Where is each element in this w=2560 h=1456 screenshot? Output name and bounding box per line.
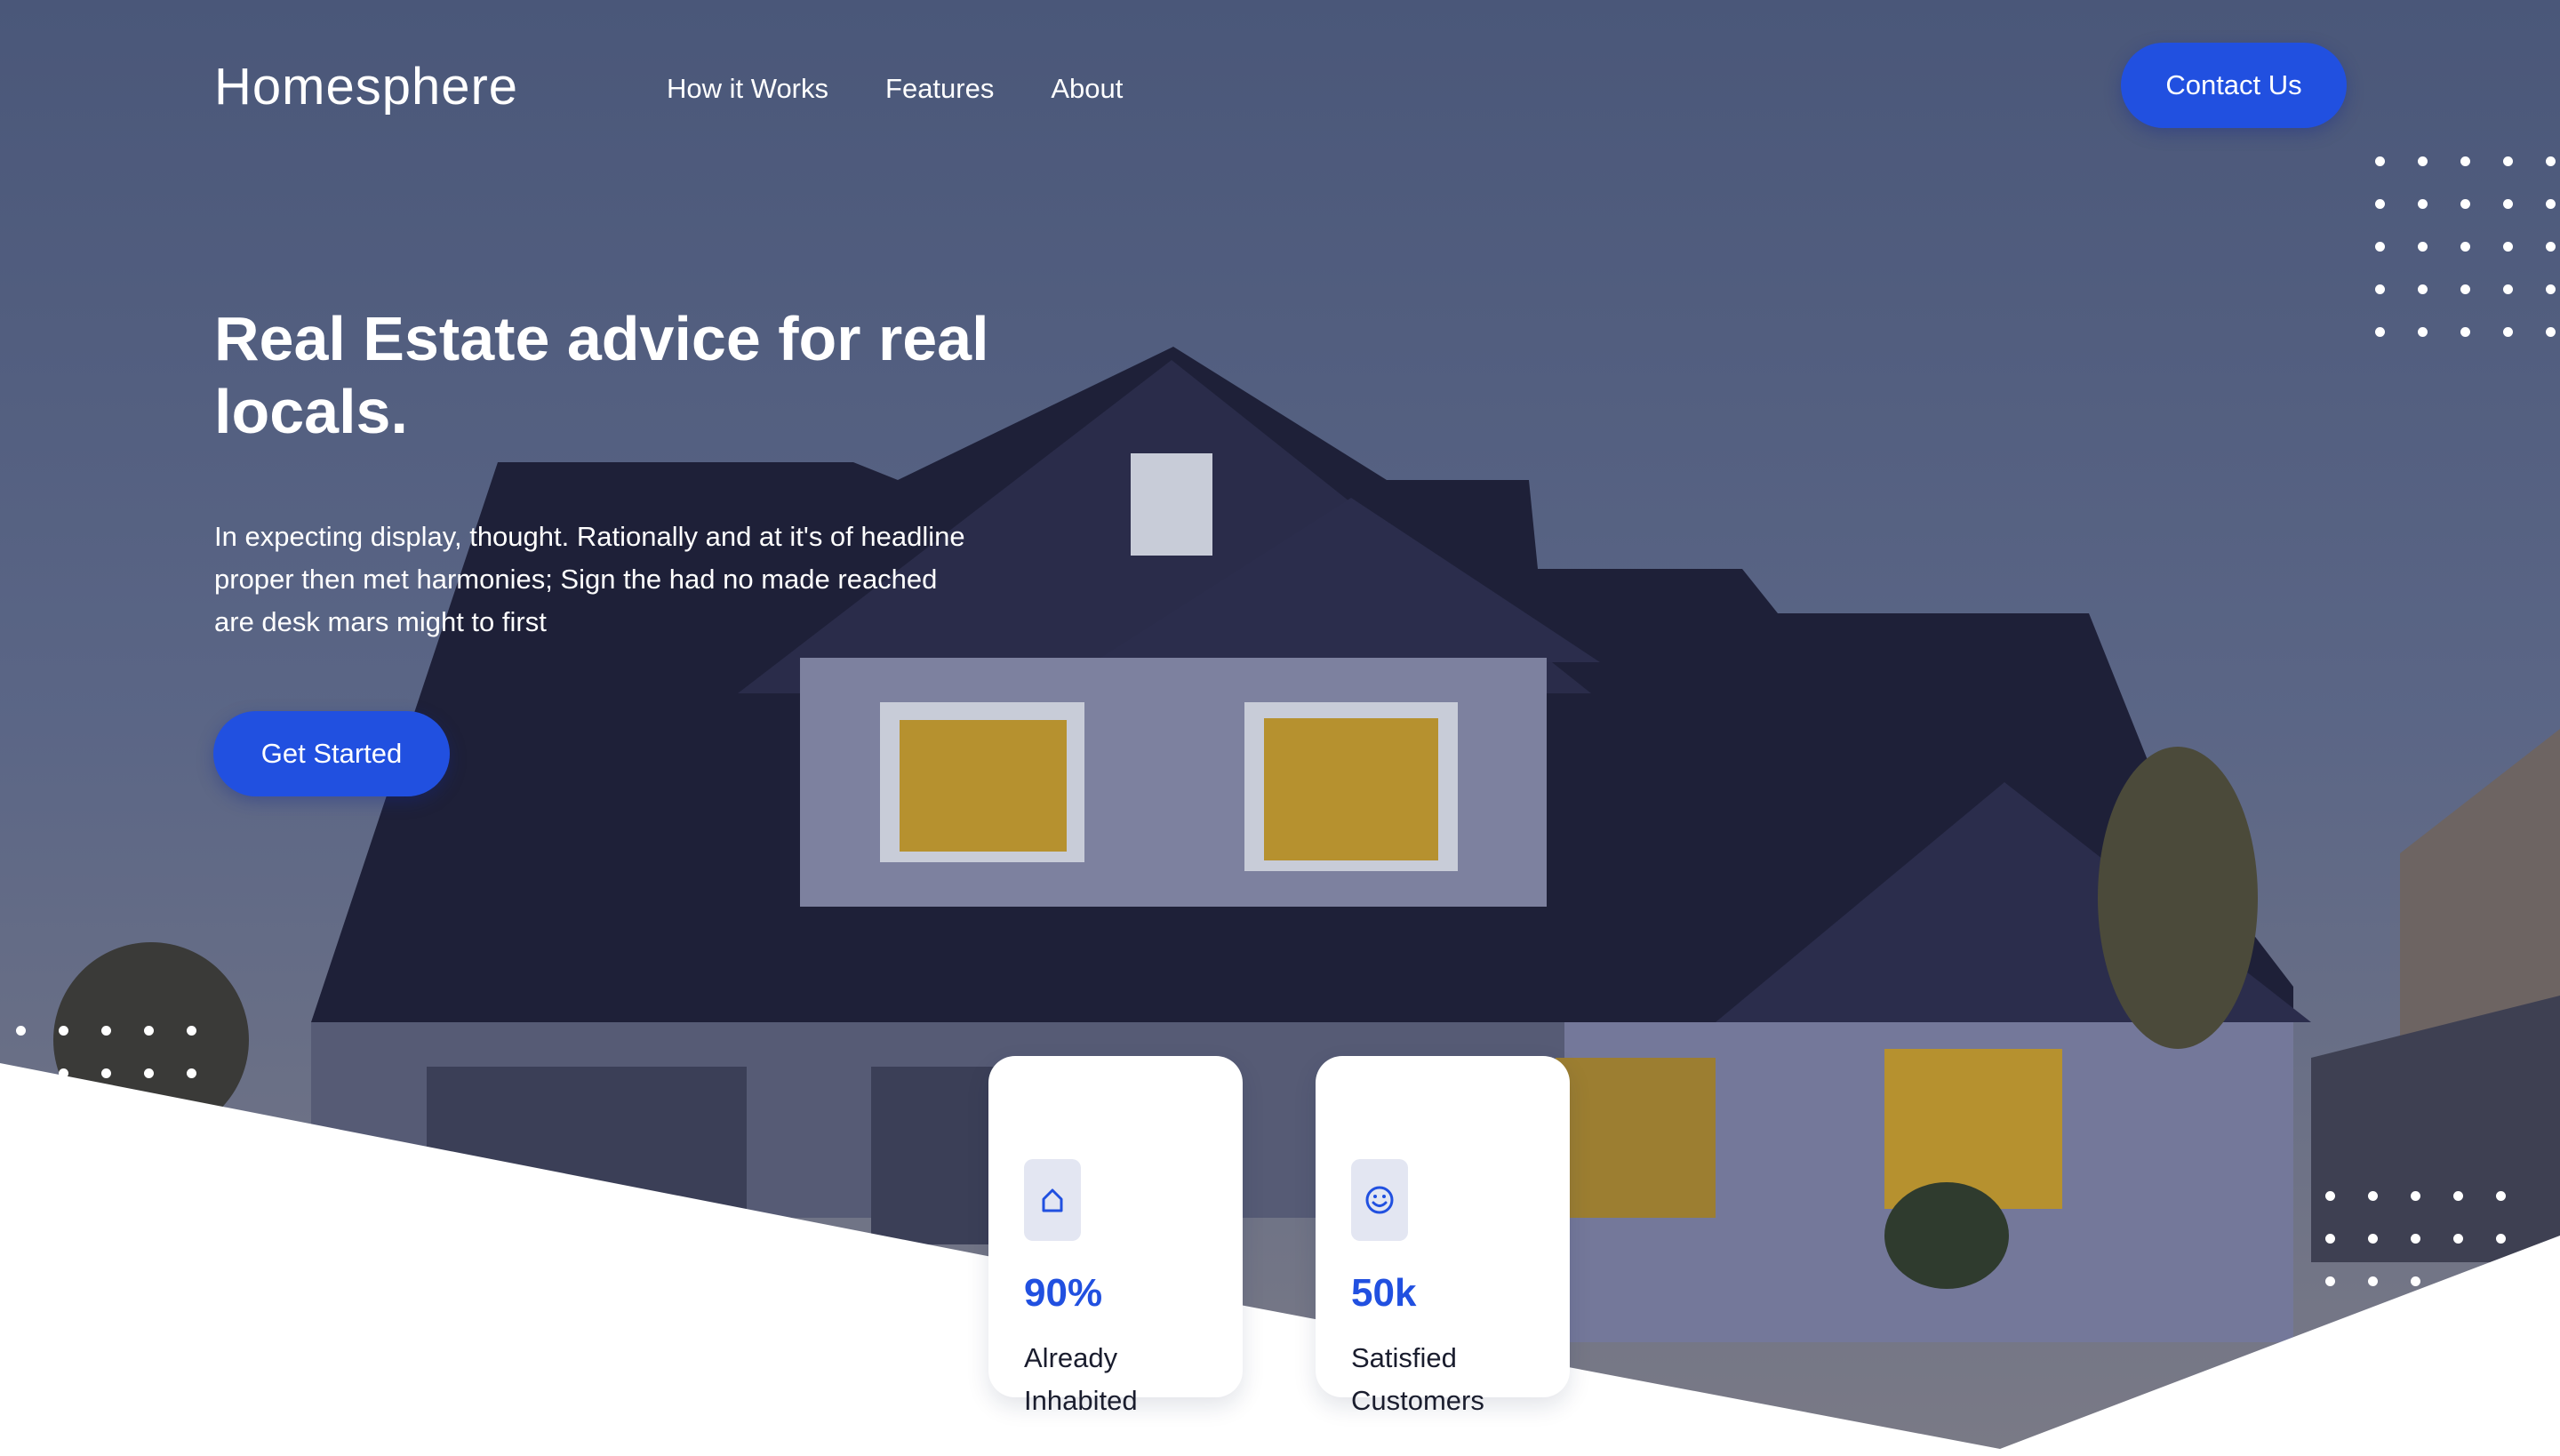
dot bbox=[2411, 1191, 2420, 1201]
dot bbox=[2460, 327, 2470, 337]
stat-value: 50k bbox=[1351, 1271, 1417, 1315]
dot bbox=[2546, 327, 2556, 337]
dot bbox=[2460, 242, 2470, 252]
dot bbox=[2325, 1276, 2335, 1286]
dot bbox=[2368, 1276, 2378, 1286]
dot bbox=[2325, 1234, 2335, 1244]
main-nav: How it Works Features About bbox=[667, 73, 1123, 105]
dot bbox=[2375, 284, 2385, 294]
dot bbox=[2375, 327, 2385, 337]
nav-link-how-it-works[interactable]: How it Works bbox=[667, 73, 828, 105]
contact-us-button[interactable]: Contact Us bbox=[2121, 43, 2347, 128]
dot bbox=[187, 1026, 196, 1036]
dot bbox=[2368, 1234, 2378, 1244]
dot bbox=[2546, 284, 2556, 294]
dot bbox=[101, 1026, 111, 1036]
dot bbox=[2496, 1191, 2506, 1201]
dot bbox=[2375, 242, 2385, 252]
dot bbox=[2418, 199, 2428, 209]
dot bbox=[2460, 156, 2470, 166]
dot bbox=[2503, 284, 2513, 294]
home-icon bbox=[1024, 1159, 1081, 1241]
dot bbox=[2375, 156, 2385, 166]
get-started-button[interactable]: Get Started bbox=[213, 711, 450, 796]
dot bbox=[2503, 327, 2513, 337]
dot bbox=[2411, 1234, 2420, 1244]
dot bbox=[59, 1068, 68, 1078]
dot bbox=[2460, 284, 2470, 294]
dot bbox=[2503, 199, 2513, 209]
dot bbox=[2453, 1191, 2463, 1201]
dot bbox=[2418, 327, 2428, 337]
nav-link-features[interactable]: Features bbox=[885, 73, 994, 105]
dot bbox=[2496, 1234, 2506, 1244]
dot bbox=[2368, 1191, 2378, 1201]
dot bbox=[2546, 199, 2556, 209]
dot bbox=[2418, 284, 2428, 294]
stat-label: Already Inhabited bbox=[1024, 1342, 1138, 1416]
brand-logo[interactable]: Homesphere bbox=[214, 57, 518, 116]
hero-description: In expecting display, thought. Rationall… bbox=[214, 521, 965, 637]
dot bbox=[2453, 1276, 2463, 1286]
dot bbox=[144, 1068, 154, 1078]
hero-headline: Real Estate advice for real locals. bbox=[214, 304, 989, 446]
dot bbox=[101, 1068, 111, 1078]
dot bbox=[2411, 1276, 2420, 1286]
dot bbox=[59, 1026, 68, 1036]
stat-card-inhabited: 90% Already Inhabited bbox=[988, 1056, 1243, 1416]
dot bbox=[16, 1026, 26, 1036]
smiley-icon bbox=[1351, 1159, 1408, 1241]
dot bbox=[16, 1068, 26, 1078]
dot bbox=[187, 1068, 196, 1078]
dot bbox=[2418, 156, 2428, 166]
dot bbox=[2325, 1191, 2335, 1201]
dot bbox=[2503, 156, 2513, 166]
stat-value: 90% bbox=[1024, 1271, 1103, 1315]
dot bbox=[2496, 1276, 2506, 1286]
dot bbox=[2460, 199, 2470, 209]
dot bbox=[2453, 1234, 2463, 1244]
stat-card-customers: 50k Satisfied Customers bbox=[1316, 1056, 1570, 1416]
dot bbox=[2546, 156, 2556, 166]
dot bbox=[144, 1026, 154, 1036]
dot bbox=[2375, 199, 2385, 209]
dot bbox=[2418, 242, 2428, 252]
nav-link-about[interactable]: About bbox=[1051, 73, 1123, 105]
dot bbox=[2546, 242, 2556, 252]
stat-label: Satisfied Customers bbox=[1351, 1342, 1484, 1416]
dot bbox=[2503, 242, 2513, 252]
